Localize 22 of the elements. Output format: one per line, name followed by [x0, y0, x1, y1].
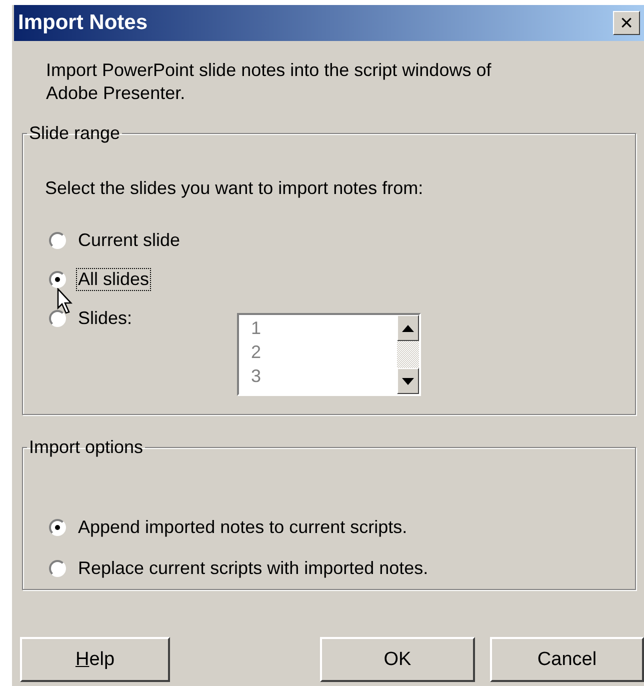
radio-button[interactable]: [49, 519, 66, 536]
radio-button[interactable]: [49, 560, 66, 577]
close-button[interactable]: ×: [613, 11, 640, 35]
radio-label[interactable]: All slides: [76, 268, 152, 291]
radio-label[interactable]: Current slide: [76, 229, 182, 252]
radio-label[interactable]: Replace current scripts with imported notes.: [76, 557, 430, 580]
dialog-button[interactable]: Help: [20, 637, 170, 682]
radio-button[interactable]: [49, 310, 66, 327]
window-title: Import Notes: [18, 11, 148, 35]
dialog-button[interactable]: Cancel: [490, 637, 644, 682]
radio-label[interactable]: Slides:: [76, 307, 134, 330]
down-arrow-icon: [402, 378, 414, 384]
mouse-pointer-icon: [57, 288, 73, 314]
up-arrow-icon: [402, 324, 414, 332]
group-label: Import options: [28, 437, 144, 458]
description-text: Import PowerPoint slide notes into the script windows of Adobe Presenter.: [46, 59, 492, 105]
radio-button[interactable]: [49, 232, 66, 249]
group-label: Slide range: [28, 123, 122, 144]
prompt-text: Select the slides you want to import notes from:: [45, 178, 424, 199]
dialog-button[interactable]: OK: [320, 637, 475, 682]
radio-label[interactable]: Append imported notes to current scripts.: [76, 516, 410, 539]
radio-button[interactable]: [49, 271, 66, 288]
